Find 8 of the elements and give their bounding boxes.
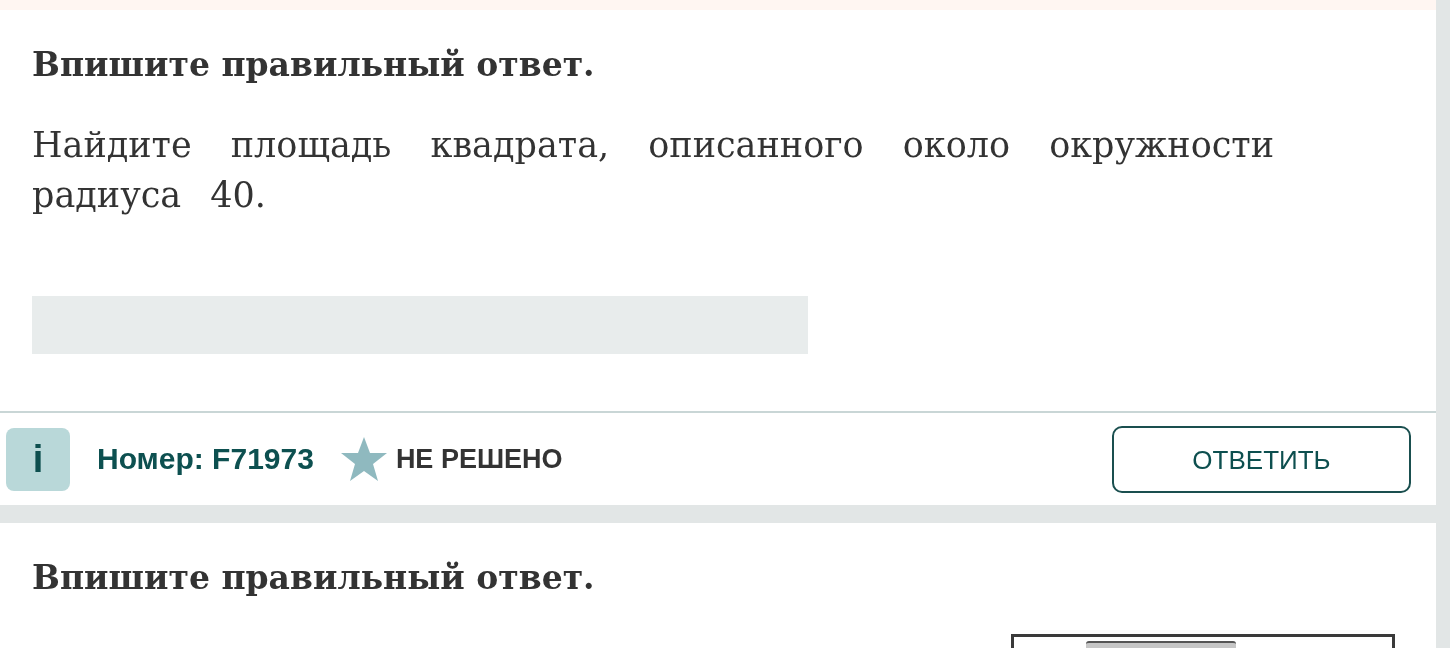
task-number: Номер: F71973 <box>97 442 314 476</box>
answer-button[interactable]: ОТВЕТИТЬ <box>1112 425 1411 493</box>
task-instruction: Впишите правильный ответ. <box>32 44 596 86</box>
task-instruction: Впишите правильный ответ. <box>32 557 596 599</box>
star-icon[interactable] <box>339 436 388 482</box>
status-label: НЕ РЕШЕНО <box>395 443 563 475</box>
info-badge[interactable]: i <box>6 427 70 491</box>
task-question: Найдите площадь квадрата, описанного около окружности радиуса 40. <box>32 124 1274 217</box>
